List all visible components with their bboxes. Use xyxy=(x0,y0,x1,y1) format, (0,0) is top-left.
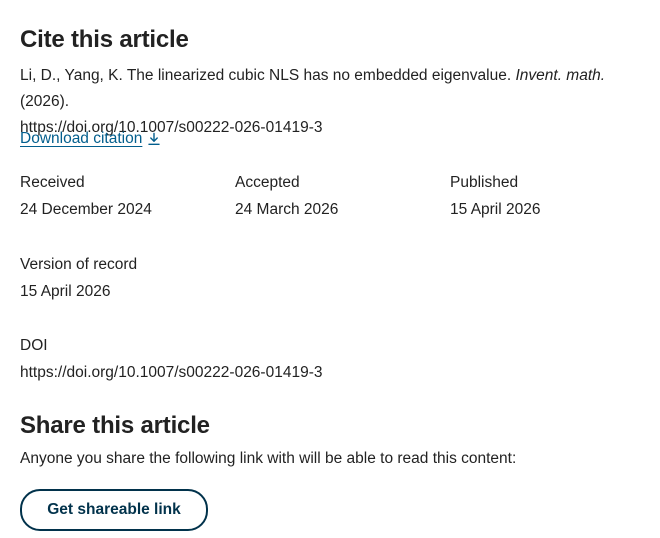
cite-section-title: Cite this article xyxy=(20,26,189,53)
date-version-label: Version of record xyxy=(20,256,138,273)
date-accepted-label: Accepted xyxy=(235,174,300,191)
share-section-title: Share this article xyxy=(20,412,210,439)
get-shareable-link-button[interactable]: Get shareable link xyxy=(20,489,208,531)
date-published: Published 15 April 2026 xyxy=(450,172,541,220)
date-received: Received 24 December 2024 xyxy=(20,172,152,220)
date-version-value: 15 April 2026 xyxy=(20,283,111,300)
download-citation-label: Download citation xyxy=(20,130,143,147)
share-description: Anyone you share the following link with… xyxy=(20,450,517,467)
date-accepted-value: 24 March 2026 xyxy=(235,201,339,218)
date-accepted: Accepted 24 March 2026 xyxy=(235,172,338,220)
date-published-label: Published xyxy=(450,174,519,191)
doi-block: DOI https://doi.org/10.1007/s00222-026-0… xyxy=(20,335,322,383)
citation-authors-title: Li, D., Yang, K. The linearized cubic NL… xyxy=(20,67,516,84)
download-icon xyxy=(147,132,161,146)
citation-year: (2026). xyxy=(20,93,70,110)
citation-journal: Invent. math. xyxy=(515,67,606,84)
date-received-label: Received xyxy=(20,174,85,191)
doi-value: https://doi.org/10.1007/s00222-026-01419… xyxy=(20,364,323,381)
doi-label: DOI xyxy=(20,337,48,354)
date-version-of-record: Version of record 15 April 2026 xyxy=(20,254,137,302)
date-published-value: 15 April 2026 xyxy=(450,201,541,218)
download-citation-link[interactable]: Download citation xyxy=(20,130,161,148)
date-received-value: 24 December 2024 xyxy=(20,201,152,218)
